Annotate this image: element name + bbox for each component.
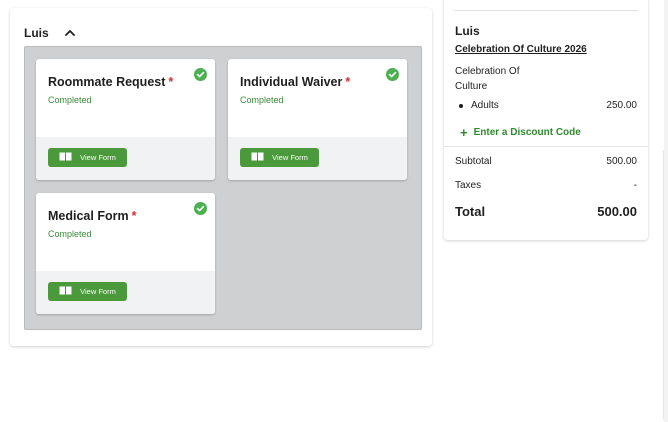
taxes-label: Taxes bbox=[455, 180, 482, 191]
divider bbox=[454, 10, 638, 11]
form-card-individual-waiver: Individual Waiver * Completed View Form bbox=[228, 59, 407, 180]
subtotal-value: 500.00 bbox=[606, 156, 637, 167]
line-item-amount: 250.00 bbox=[606, 100, 637, 111]
taxes-row: Taxes - bbox=[455, 180, 637, 191]
attendee-header[interactable]: Luis bbox=[24, 26, 77, 40]
form-title: Individual Waiver * bbox=[240, 75, 351, 89]
order-summary-panel: Luis Celebration Of Culture 2026 Celebra… bbox=[444, 0, 648, 240]
subtotal-row: Subtotal 500.00 bbox=[455, 156, 637, 167]
form-status: Completed bbox=[48, 95, 92, 105]
check-circle-icon bbox=[386, 68, 399, 81]
check-circle-icon bbox=[194, 202, 207, 215]
line-item-label: Adults bbox=[471, 100, 499, 111]
event-link[interactable]: Celebration Of Culture 2026 bbox=[455, 44, 587, 55]
book-icon bbox=[59, 286, 72, 297]
plus-icon: + bbox=[460, 125, 468, 140]
required-mark: * bbox=[345, 75, 351, 89]
view-form-button[interactable]: View Form bbox=[48, 148, 127, 167]
attendee-name: Luis bbox=[24, 26, 49, 40]
view-form-button[interactable]: View Form bbox=[48, 282, 127, 301]
total-value: 500.00 bbox=[597, 204, 637, 219]
scrollbar-track[interactable] bbox=[664, 0, 668, 422]
form-status: Completed bbox=[240, 95, 284, 105]
required-mark: * bbox=[131, 209, 137, 223]
form-card-medical-form: Medical Form * Completed View Form bbox=[36, 193, 215, 314]
attendee-forms-panel: Luis Roommate Request * Completed View Fo… bbox=[10, 8, 432, 346]
form-card-roommate-request: Roommate Request * Completed View Form bbox=[36, 59, 215, 180]
book-icon bbox=[59, 152, 72, 163]
subtotal-label: Subtotal bbox=[455, 156, 492, 167]
check-circle-icon bbox=[194, 68, 207, 81]
chevron-up-icon[interactable] bbox=[63, 26, 77, 40]
view-form-label: View Form bbox=[80, 287, 116, 296]
divider bbox=[444, 146, 648, 147]
line-item-adults: Adults 250.00 bbox=[455, 100, 637, 111]
form-title: Roommate Request * bbox=[48, 75, 174, 89]
form-status: Completed bbox=[48, 229, 92, 239]
discount-code-button[interactable]: + Enter a Discount Code bbox=[460, 125, 581, 140]
event-name: Celebration Of Culture bbox=[455, 66, 520, 92]
taxes-value: - bbox=[633, 180, 637, 191]
form-title: Medical Form * bbox=[48, 209, 137, 223]
required-mark: * bbox=[168, 75, 174, 89]
total-label: Total bbox=[455, 204, 486, 219]
view-form-button[interactable]: View Form bbox=[240, 148, 319, 167]
view-form-label: View Form bbox=[272, 153, 308, 162]
view-form-label: View Form bbox=[80, 153, 116, 162]
bullet-icon bbox=[459, 103, 463, 108]
discount-label: Enter a Discount Code bbox=[473, 127, 581, 138]
summary-attendee-name: Luis bbox=[455, 24, 480, 38]
total-row: Total 500.00 bbox=[455, 204, 637, 219]
forms-grid: Roommate Request * Completed View Form In… bbox=[24, 46, 422, 330]
book-icon bbox=[251, 152, 264, 163]
